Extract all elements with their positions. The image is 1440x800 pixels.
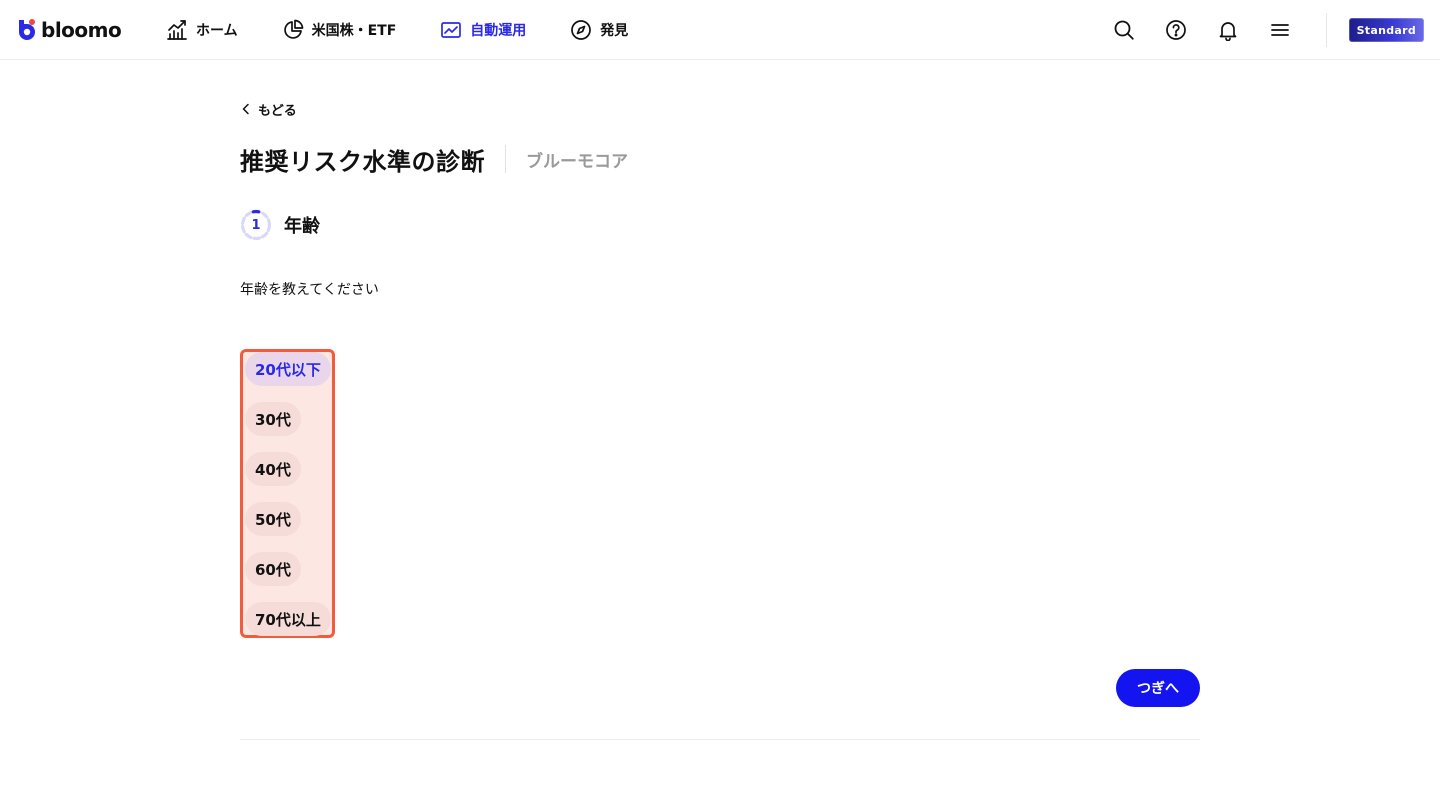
header-actions: Standard (1098, 0, 1424, 60)
back-link[interactable]: もどる (240, 100, 297, 119)
title-divider (505, 145, 506, 173)
chevron-left-icon (242, 103, 249, 115)
top-navigation-bar: bloomo ホーム 米国株・ETF 自動運用 発見 Standard (0, 0, 1440, 60)
title-row: 推奨リスク水準の診断 ブルーモコア (240, 142, 628, 176)
bell-icon (1219, 22, 1236, 41)
search-icon (1114, 20, 1134, 40)
age-option-40s[interactable]: 40代 (245, 452, 301, 486)
nav-item-label: ホーム (196, 23, 238, 39)
back-label: もどる (258, 103, 297, 119)
menu-button[interactable] (1254, 0, 1306, 60)
nav-item-us-stocks[interactable]: 米国株・ETF (282, 0, 397, 60)
chart-up-icon (167, 20, 187, 40)
menu-icon (1270, 24, 1289, 36)
plan-badge[interactable]: Standard (1348, 18, 1424, 42)
age-option-70s-or-over[interactable]: 70代以上 (245, 602, 331, 636)
age-options: 20代以下 30代 40代 50代 60代 70代以上 (240, 349, 335, 638)
age-option-50s[interactable]: 50代 (245, 502, 301, 536)
next-button[interactable]: つぎへ (1116, 669, 1200, 707)
nav-item-label: 自動運用 (470, 23, 527, 39)
step-progress-ring: 1 (240, 209, 272, 241)
age-option-60s[interactable]: 60代 (245, 552, 301, 586)
nav-item-auto-invest[interactable]: 自動運用 (440, 0, 526, 60)
compass-icon (571, 20, 592, 40)
trend-line-icon (441, 22, 462, 38)
page-title: 推奨リスク水準の診断 (240, 147, 485, 176)
help-button[interactable] (1150, 0, 1202, 60)
page-subtitle: ブルーモコア (526, 151, 628, 172)
bloomo-logo[interactable]: bloomo (16, 17, 122, 43)
bottom-divider (240, 739, 1200, 740)
nav-item-label: 米国株・ETF (311, 23, 397, 39)
age-option-20s-or-under[interactable]: 20代以下 (245, 352, 331, 386)
brand-name: bloomo (41, 18, 122, 42)
search-button[interactable] (1098, 0, 1150, 60)
header-divider (1325, 13, 1327, 47)
help-icon (1165, 20, 1186, 40)
main-nav: ホーム 米国株・ETF 自動運用 発見 (166, 0, 672, 60)
nav-item-home[interactable]: ホーム (166, 0, 238, 60)
pie-chart-icon (283, 19, 303, 39)
notifications-button[interactable] (1202, 0, 1254, 60)
step-indicator: 1 年齢 (240, 208, 320, 242)
bloomo-logo-icon (19, 19, 35, 40)
step-label: 年齢 (284, 216, 320, 237)
question-text: 年齢を教えてください (240, 282, 379, 298)
nav-item-label: 発見 (600, 23, 629, 39)
age-option-30s[interactable]: 30代 (245, 402, 301, 436)
nav-item-discover[interactable]: 発見 (570, 0, 628, 60)
step-number: 1 (251, 217, 261, 233)
